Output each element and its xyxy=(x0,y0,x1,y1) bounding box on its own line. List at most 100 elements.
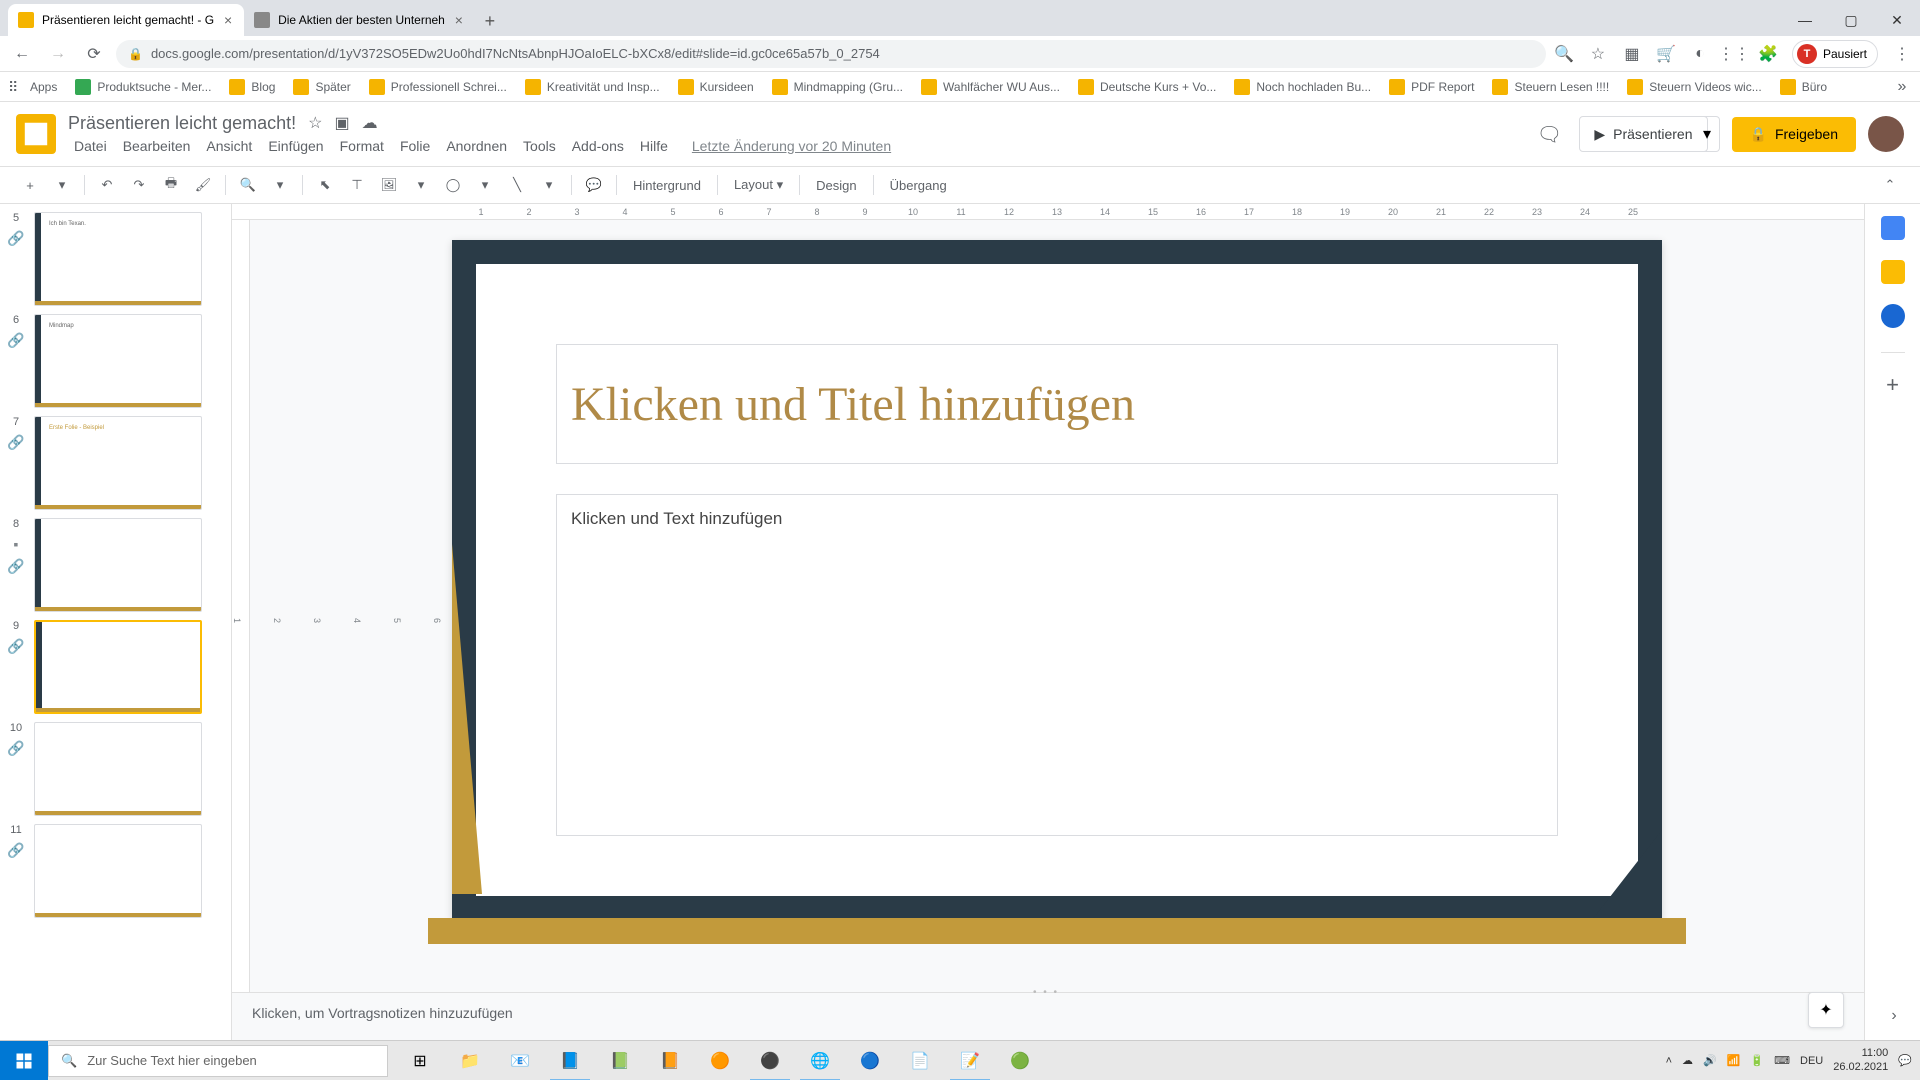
file-explorer-icon[interactable]: 📁 xyxy=(446,1041,494,1080)
bookmark-item[interactable]: Mindmapping (Gru... xyxy=(772,79,903,95)
menu-tools[interactable]: Tools xyxy=(517,136,562,156)
bookmark-item[interactable]: Kursideen xyxy=(678,79,754,95)
slide-thumbnail[interactable]: Mindmap xyxy=(34,314,202,408)
menu-slide[interactable]: Folie xyxy=(394,136,436,156)
line-dropdown[interactable]: ▾ xyxy=(535,171,563,199)
bookmark-star-icon[interactable]: ☆ xyxy=(1588,44,1608,64)
menu-edit[interactable]: Bearbeiten xyxy=(117,136,197,156)
account-avatar[interactable] xyxy=(1868,116,1904,152)
slide-thumbnail-selected[interactable] xyxy=(34,620,202,714)
notes-resize-handle[interactable]: • • • xyxy=(1033,987,1063,997)
menu-format[interactable]: Format xyxy=(334,136,390,156)
bookmark-item[interactable]: Steuern Lesen !!!! xyxy=(1492,79,1609,95)
comment-indicator-icon[interactable]: 🔗 xyxy=(7,332,24,349)
bookmark-item[interactable]: Deutsche Kurs + Vo... xyxy=(1078,79,1216,95)
word-icon[interactable]: 📘 xyxy=(546,1041,594,1080)
bookmark-item[interactable]: Noch hochladen Bu... xyxy=(1234,79,1371,95)
task-view-icon[interactable]: ⊞ xyxy=(396,1041,444,1080)
comment-tool[interactable]: 💬 xyxy=(580,171,608,199)
thumbnail-panel[interactable]: 5🔗Ich bin Texan. 6🔗Mindmap 7🔗Erste Folie… xyxy=(0,204,232,1040)
language-indicator[interactable]: DEU xyxy=(1800,1055,1823,1067)
zoom-button[interactable]: 🔍 xyxy=(234,171,262,199)
keep-icon[interactable] xyxy=(1881,260,1905,284)
undo-button[interactable]: ↶ xyxy=(93,171,121,199)
move-icon[interactable]: ▣ xyxy=(334,113,349,133)
back-button[interactable]: ← xyxy=(8,40,36,68)
menu-file[interactable]: Datei xyxy=(68,136,113,156)
app-icon[interactable]: 📄 xyxy=(896,1041,944,1080)
battery-icon[interactable]: 🔋 xyxy=(1750,1054,1764,1067)
chrome-icon[interactable]: 🌐 xyxy=(796,1041,844,1080)
slide-canvas[interactable]: Klicken und Titel hinzufügen Klicken und… xyxy=(250,220,1864,992)
close-button[interactable]: ✕ xyxy=(1874,4,1920,36)
image-dropdown[interactable]: ▾ xyxy=(407,171,435,199)
close-icon[interactable]: × xyxy=(453,14,465,26)
menu-arrange[interactable]: Anordnen xyxy=(440,136,513,156)
notepad-icon[interactable]: 📝 xyxy=(946,1041,994,1080)
minimize-button[interactable]: — xyxy=(1782,4,1828,36)
edge-icon[interactable]: 🔵 xyxy=(846,1041,894,1080)
last-edit-link[interactable]: Letzte Änderung vor 20 Minuten xyxy=(686,136,897,156)
slide-thumbnail[interactable] xyxy=(34,722,202,816)
mail-icon[interactable]: 📧 xyxy=(496,1041,544,1080)
browser-tab-active[interactable]: Präsentieren leicht gemacht! - G × xyxy=(8,4,244,36)
new-slide-button[interactable]: + xyxy=(16,171,44,199)
side-panel-toggle[interactable]: › xyxy=(1882,1004,1906,1028)
excel-icon[interactable]: 📗 xyxy=(596,1041,644,1080)
menu-help[interactable]: Hilfe xyxy=(634,136,674,156)
bookmark-item[interactable]: Steuern Videos wic... xyxy=(1627,79,1762,95)
extension-icon[interactable]: ⋮⋮ xyxy=(1724,44,1744,64)
menu-insert[interactable]: Einfügen xyxy=(262,136,329,156)
slide-thumbnail[interactable]: Erste Folie - Beispiel xyxy=(34,416,202,510)
new-slide-dropdown[interactable]: ▾ xyxy=(48,171,76,199)
share-button[interactable]: 🔒 Freigeben xyxy=(1732,117,1856,152)
keyboard-icon[interactable]: ⌨ xyxy=(1774,1054,1790,1067)
current-slide[interactable]: Klicken und Titel hinzufügen Klicken und… xyxy=(452,240,1662,920)
notifications-icon[interactable]: 💬 xyxy=(1898,1054,1912,1067)
background-button[interactable]: Hintergrund xyxy=(625,178,709,193)
redo-button[interactable]: ↷ xyxy=(125,171,153,199)
collapse-toolbar-icon[interactable]: ⌃ xyxy=(1876,171,1904,199)
apps-button[interactable]: ⠿Apps xyxy=(8,79,57,95)
print-button[interactable]: 🖶 xyxy=(157,171,185,199)
bookmark-item[interactable]: PDF Report xyxy=(1389,79,1474,95)
menu-view[interactable]: Ansicht xyxy=(200,136,258,156)
onedrive-icon[interactable]: ☁ xyxy=(1682,1054,1693,1067)
design-button[interactable]: Design xyxy=(808,178,864,193)
zoom-dropdown[interactable]: ▾ xyxy=(266,171,294,199)
document-title[interactable]: Präsentieren leicht gemacht! xyxy=(68,113,296,134)
image-tool[interactable]: 🖼 xyxy=(375,171,403,199)
browser-tab-inactive[interactable]: Die Aktien der besten Unterneh × xyxy=(244,4,475,36)
shape-dropdown[interactable]: ▾ xyxy=(471,171,499,199)
calendar-icon[interactable] xyxy=(1881,216,1905,240)
menu-addons[interactable]: Add-ons xyxy=(566,136,630,156)
comment-indicator-icon[interactable]: 🔗 xyxy=(7,740,24,757)
comment-indicator-icon[interactable]: 🔗 xyxy=(7,638,24,655)
transition-button[interactable]: Übergang xyxy=(882,178,955,193)
layout-button[interactable]: Layout ▾ xyxy=(726,177,791,193)
line-tool[interactable]: ╲ xyxy=(503,171,531,199)
tray-chevron-icon[interactable]: ˄ xyxy=(1666,1055,1672,1067)
title-placeholder[interactable]: Klicken und Titel hinzufügen xyxy=(556,344,1558,464)
bookmark-item[interactable]: Produktsuche - Mer... xyxy=(75,79,211,95)
new-tab-button[interactable]: + xyxy=(475,6,505,36)
volume-icon[interactable]: 🔊 xyxy=(1703,1054,1717,1067)
bookmark-item[interactable]: Später xyxy=(293,79,350,95)
select-tool[interactable]: ⬉ xyxy=(311,171,339,199)
spotify-icon[interactable]: 🟢 xyxy=(996,1041,1044,1080)
obs-icon[interactable]: ⚫ xyxy=(746,1041,794,1080)
bookmark-item[interactable]: Kreativität und Insp... xyxy=(525,79,660,95)
bookmark-item[interactable]: Professionell Schrei... xyxy=(369,79,507,95)
taskbar-search[interactable]: 🔍 Zur Suche Text hier eingeben xyxy=(48,1045,388,1077)
extension-icon[interactable]: 🛒 xyxy=(1656,44,1676,64)
comment-indicator-icon[interactable]: 🔗 xyxy=(7,230,24,247)
app-icon[interactable]: 🟠 xyxy=(696,1041,744,1080)
close-icon[interactable]: × xyxy=(222,14,234,26)
speaker-notes[interactable]: • • • Klicken, um Vortragsnotizen hinzuz… xyxy=(232,992,1864,1040)
comments-button[interactable]: 🗨 xyxy=(1531,116,1567,152)
start-button[interactable] xyxy=(0,1041,48,1080)
cloud-icon[interactable]: ☁ xyxy=(362,113,378,133)
clock[interactable]: 11:00 26.02.2021 xyxy=(1833,1047,1888,1073)
shape-tool[interactable]: ◯ xyxy=(439,171,467,199)
bookmark-item[interactable]: Büro xyxy=(1780,79,1827,95)
